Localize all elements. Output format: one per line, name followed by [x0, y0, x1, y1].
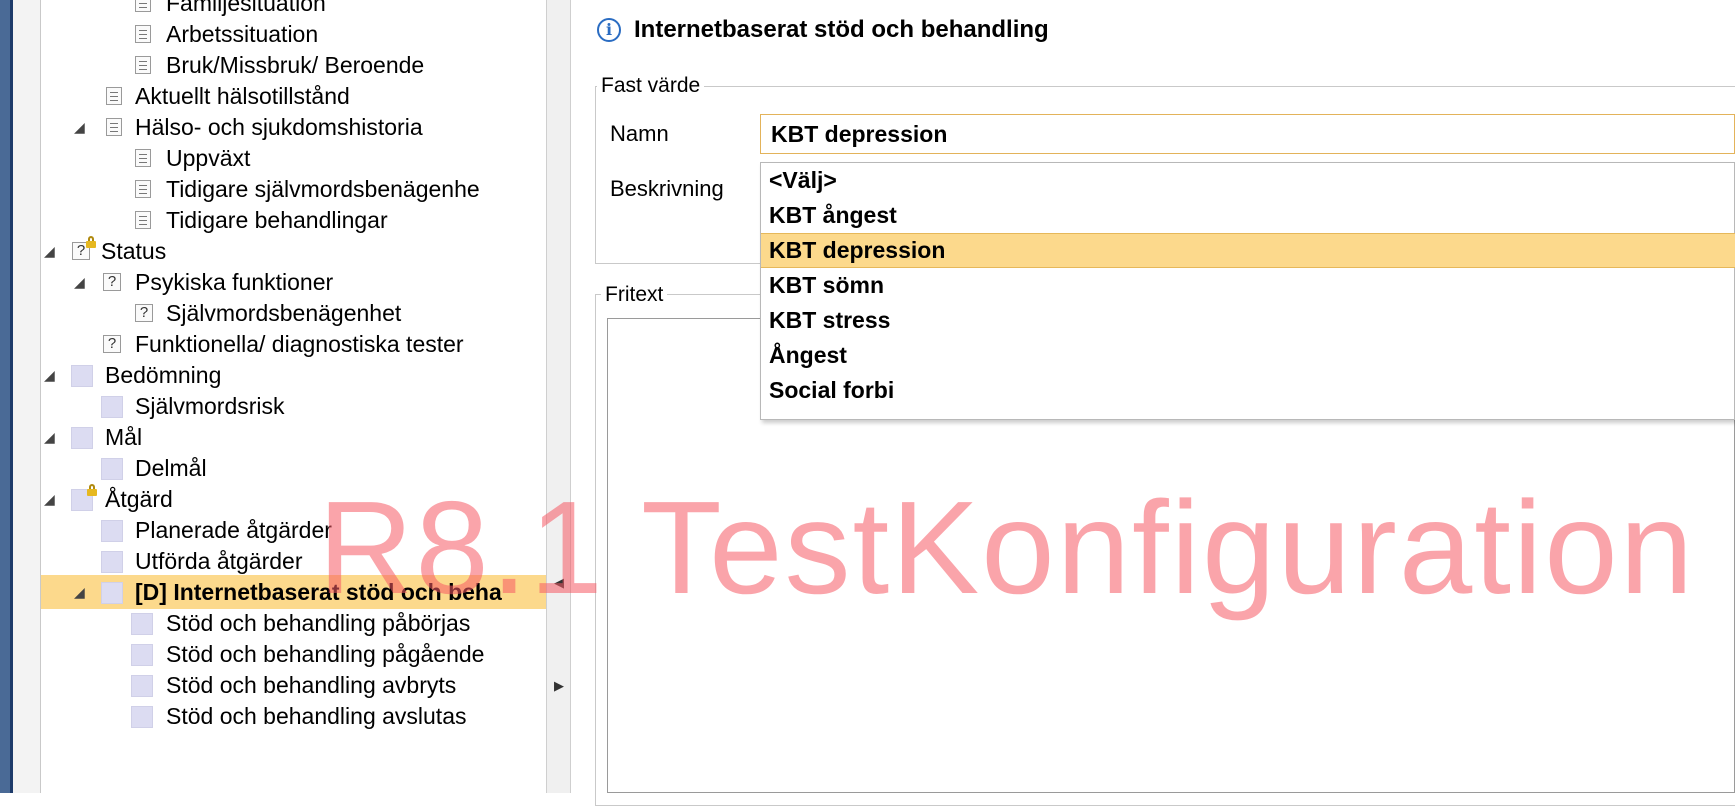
tree-item-label: Åtgärd: [105, 486, 173, 512]
tree-item-sjalvmordsrisk[interactable]: Självmordsrisk: [41, 389, 546, 423]
info-icon: i: [597, 18, 621, 42]
tree-item-stod-avbryts[interactable]: Stöd och behandling avbryts: [41, 668, 546, 702]
expand-arrow-icon[interactable]: ◢: [74, 110, 90, 144]
node-icon: [131, 675, 153, 697]
tree-item-bruk-missbruk[interactable]: Bruk/Missbruk/ Beroende: [41, 48, 546, 82]
tree-item-label: Funktionella/ diagnostiska tester: [135, 331, 464, 357]
node-icon: [131, 644, 153, 666]
tree-item-label: Hälso- och sjukdomshistoria: [135, 114, 423, 140]
tree-item-stod-paborjas[interactable]: Stöd och behandling påbörjas: [41, 606, 546, 640]
tree-item-utforda-atgarder[interactable]: Utförda åtgärder: [41, 544, 546, 578]
expand-right-arrow-icon[interactable]: ▶: [554, 678, 564, 694]
node-icon: [101, 582, 123, 604]
document-icon: [135, 56, 151, 74]
tree-item-label: Tidigare behandlingar: [166, 207, 388, 233]
document-icon: [106, 87, 122, 105]
tree-item-label: Aktuellt hälsotillstånd: [135, 83, 350, 109]
tree-item-halso-sjukdomshistoria[interactable]: ◢ Hälso- och sjukdomshistoria: [41, 110, 546, 144]
node-icon: [71, 365, 93, 387]
name-label: Namn: [610, 121, 669, 146]
dropdown-option-selected[interactable]: KBT depression: [761, 233, 1735, 268]
fritext-legend: Fritext: [601, 282, 668, 308]
expand-arrow-icon[interactable]: ◢: [74, 575, 90, 609]
tree-item-label: Stöd och behandling pågående: [166, 641, 485, 667]
fast-varde-legend: Fast värde: [597, 73, 705, 99]
tree-item-uppvaxt[interactable]: Uppväxt: [41, 141, 546, 175]
tree-item-tidigare-sjalvmord[interactable]: Tidigare självmordsbenägenhe: [41, 172, 546, 206]
tree-item-mal[interactable]: ◢ Mål: [41, 420, 546, 454]
tree-item-atgard[interactable]: ◢ Åtgärd: [41, 482, 546, 516]
tree-item-label: Stöd och behandling avbryts: [166, 672, 457, 698]
document-icon: [135, 180, 151, 198]
node-icon: [131, 613, 153, 635]
expand-arrow-icon[interactable]: ◢: [44, 420, 60, 454]
expand-arrow-icon[interactable]: ◢: [44, 358, 60, 392]
tree-item-label: Tidigare självmordsbenägenhe: [166, 176, 480, 202]
tree-item-stod-avslutas[interactable]: Stöd och behandling avslutas: [41, 699, 546, 733]
tree-item-arbetssituation[interactable]: Arbetssituation: [41, 17, 546, 51]
expand-arrow-icon[interactable]: ◢: [44, 234, 60, 268]
dropdown-option[interactable]: <Välj>: [761, 163, 1735, 198]
tree-item-stod-pagaende[interactable]: Stöd och behandling pågående: [41, 637, 546, 671]
description-label: Beskrivning: [610, 176, 724, 201]
tree-item-sjalvmordsbenagenhet[interactable]: ? Självmordsbenägenhet: [41, 296, 546, 330]
tree-item-label: [D] Internetbaserat stöd och beha: [135, 579, 502, 605]
tree-item-label: Psykiska funktioner: [135, 269, 334, 295]
tree-item-label: Utförda åtgärder: [135, 548, 303, 574]
tree-item-label: Bruk/Missbruk/ Beroende: [166, 52, 425, 78]
name-combobox-value: KBT depression: [771, 121, 948, 147]
document-icon: [135, 211, 151, 229]
node-icon: [101, 551, 123, 573]
node-icon: [101, 520, 123, 542]
node-icon: [71, 427, 93, 449]
tree-item-status[interactable]: ◢ ? Status: [41, 234, 546, 268]
collapse-left-arrow-icon[interactable]: ◀: [554, 575, 564, 591]
panel-title: Internetbaserat stöd och behandling: [634, 16, 1049, 43]
tree-item-aktuellt-halsotillstand[interactable]: Aktuellt hälsotillstånd: [41, 79, 546, 113]
name-combobox[interactable]: KBT depression: [760, 114, 1735, 154]
question-icon: ?: [103, 273, 121, 291]
tree-item-label: Självmordsbenägenhet: [166, 300, 402, 326]
tree-panel: Familjesituation Arbetssituation Bruk/Mi…: [41, 0, 546, 793]
tree-item-label: Arbetssituation: [166, 21, 319, 47]
tree-item-tidigare-behandlingar[interactable]: Tidigare behandlingar: [41, 203, 546, 237]
lock-icon: [87, 484, 97, 496]
tree-item-funktionella-tester[interactable]: ? Funktionella/ diagnostiska tester: [41, 327, 546, 361]
window-gutter: [13, 0, 41, 793]
document-icon: [135, 149, 151, 167]
window-frame-left: [0, 0, 10, 793]
document-icon: [135, 0, 151, 12]
tree-item-label: Självmordsrisk: [135, 393, 285, 419]
tree-item-label: Planerade åtgärder: [135, 517, 332, 543]
expand-arrow-icon[interactable]: ◢: [74, 265, 90, 299]
tree-item-label: Status: [101, 238, 167, 264]
tree-item-label: Stöd och behandling påbörjas: [166, 610, 471, 636]
tree-item-internetbaserat-stod[interactable]: ◢ [D] Internetbaserat stöd och beha: [41, 575, 546, 609]
question-icon: ?: [103, 335, 121, 353]
tree-item-label: Stöd och behandling avslutas: [166, 703, 467, 729]
tree-item-bedomning[interactable]: ◢ Bedömning: [41, 358, 546, 392]
tree-item-planerade-atgarder[interactable]: Planerade åtgärder: [41, 513, 546, 547]
tree-item-label: Mål: [105, 424, 143, 450]
tree-item-label: Delmål: [135, 455, 207, 481]
lock-icon: [86, 236, 96, 248]
dropdown-option[interactable]: KBT ångest: [761, 198, 1735, 233]
dropdown-option[interactable]: Ångest: [761, 338, 1735, 373]
node-icon: [131, 706, 153, 728]
question-icon: ?: [135, 304, 153, 322]
document-icon: [106, 118, 122, 136]
dropdown-option[interactable]: KBT sömn: [761, 268, 1735, 303]
tree-item-label: Bedömning: [105, 362, 222, 388]
panel-splitter[interactable]: ◀ ▶: [546, 0, 571, 793]
node-icon: [101, 458, 123, 480]
name-dropdown-list[interactable]: <Välj> KBT ångest KBT depression KBT söm…: [760, 162, 1735, 420]
node-icon: [101, 396, 123, 418]
tree-item-label: Uppväxt: [166, 145, 251, 171]
expand-arrow-icon[interactable]: ◢: [44, 482, 60, 516]
tree-item-psykiska-funktioner[interactable]: ◢ ? Psykiska funktioner: [41, 265, 546, 299]
tree-item-delmal[interactable]: Delmål: [41, 451, 546, 485]
dropdown-option[interactable]: Social forbi: [761, 373, 1735, 408]
dropdown-option[interactable]: KBT stress: [761, 303, 1735, 338]
document-icon: [135, 25, 151, 43]
